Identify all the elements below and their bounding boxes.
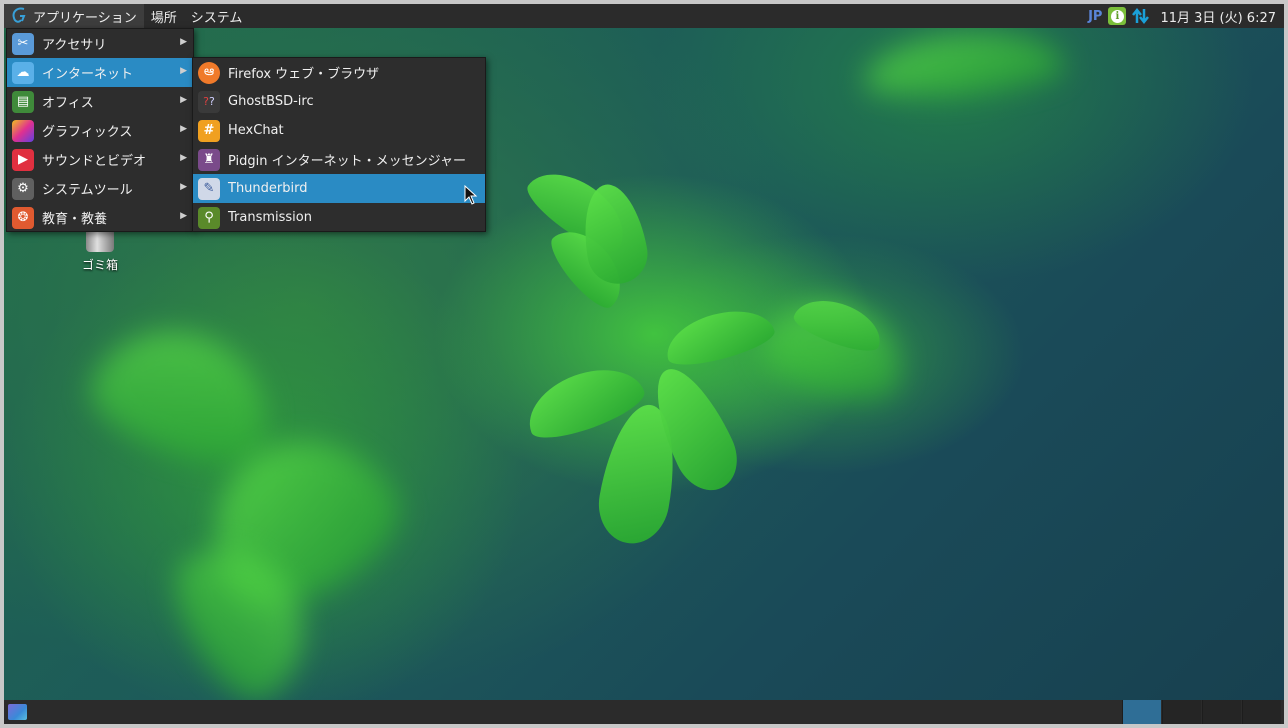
applications-menu: ✂ アクセサリ ▶ ☁ インターネット ▶ ▤ オフィス ▶ グラフィックス ▶… [6,28,194,232]
show-desktop-icon[interactable] [8,704,27,720]
menu-item-hexchat[interactable]: # HexChat [193,116,485,145]
submenu-arrow-icon: ▶ [180,153,187,163]
submenu-arrow-icon: ▶ [180,182,187,192]
desktop-icon-trash[interactable]: ゴミ箱 [70,226,130,273]
menu-item-internet[interactable]: ☁ インターネット ▶ [7,58,193,87]
ghostbsd-logo-icon [12,7,26,23]
accessories-icon: ✂ [12,32,34,55]
workspace-2[interactable] [1162,700,1201,724]
menu-item-graphics[interactable]: グラフィックス ▶ [7,116,193,145]
graphics-icon [12,119,34,142]
clock[interactable]: 11月 3日 (火) 6:27 [1160,7,1276,26]
system-tray: JP i 11月 3日 (火) 6:27 [1088,4,1284,28]
submenu-arrow-icon: ▶ [180,95,187,105]
top-panel: アプリケーション 場所 システム JP i 11月 3日 (火) 6:27 [4,4,1284,28]
menu-item-office[interactable]: ▤ オフィス ▶ [7,87,193,116]
sound-video-icon: ▶ [12,148,34,171]
menu-item-accessories[interactable]: ✂ アクセサリ ▶ [7,29,193,58]
hexchat-icon: # [198,119,220,142]
applications-menu-label: アプリケーション [33,10,137,26]
internet-cloud-icon: ☁ [12,61,34,84]
desktop-icon-label: ゴミ箱 [81,258,118,272]
workspace-3[interactable] [1202,700,1241,724]
pidgin-icon: ♜ [198,148,220,171]
menu-item-pidgin[interactable]: ♜ Pidgin インターネット・メッセンジャー [193,145,485,174]
mouse-pointer-icon [464,185,478,205]
firefox-icon: ఆ [198,61,220,84]
network-updown-icon[interactable] [1132,7,1150,25]
workspace-4[interactable] [1242,700,1281,724]
desktop-screen: アプリケーション 場所 システム JP i 11月 3日 (火) 6:27 ゴミ… [4,4,1284,724]
keyboard-layout-indicator[interactable]: JP [1088,9,1102,24]
workspace-1[interactable] [1122,700,1161,724]
menu-item-firefox[interactable]: ఆ Firefox ウェブ・ブラウザ [193,58,485,87]
office-icon: ▤ [12,90,34,113]
places-menu-label: 場所 [150,10,177,26]
submenu-arrow-icon: ▶ [180,66,187,76]
internet-submenu: ఆ Firefox ウェブ・ブラウザ ?? GhostBSD-irc # Hex… [192,57,486,232]
info-icon[interactable]: i [1108,7,1127,25]
menu-item-transmission[interactable]: ⚲ Transmission [193,203,485,232]
menu-item-ghostbsd-irc[interactable]: ?? GhostBSD-irc [193,87,485,116]
menu-item-education[interactable]: ❂ 教育・教養 ▶ [7,203,193,232]
applications-menu-button[interactable]: アプリケーション [4,4,144,28]
thunderbird-icon: ✎ [198,177,220,200]
irc-chat-icon: ?? [198,90,220,113]
submenu-arrow-icon: ▶ [180,211,187,221]
system-tools-icon: ⚙ [12,177,34,200]
education-icon: ❂ [12,206,34,229]
transmission-icon: ⚲ [198,206,220,229]
menu-item-sound-video[interactable]: ▶ サウンドとビデオ ▶ [7,145,193,174]
system-menu-button[interactable]: システム [184,4,250,28]
bottom-panel [4,700,1284,724]
places-menu-button[interactable]: 場所 [144,4,184,28]
submenu-arrow-icon: ▶ [180,37,187,47]
menu-item-system-tools[interactable]: ⚙ システムツール ▶ [7,174,193,203]
system-menu-label: システム [190,10,243,26]
menu-item-thunderbird[interactable]: ✎ Thunderbird [193,174,485,203]
submenu-arrow-icon: ▶ [180,124,187,134]
